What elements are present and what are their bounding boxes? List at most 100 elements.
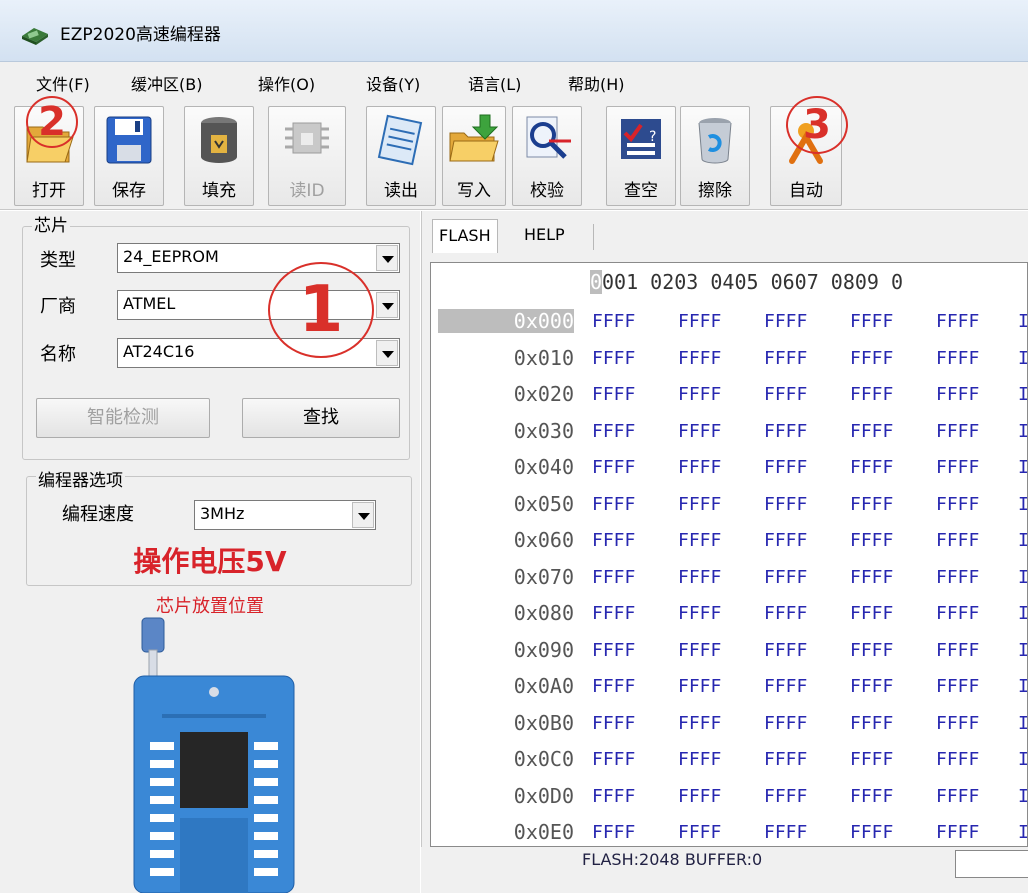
hex-cell[interactable]: FFFF [678, 421, 721, 442]
hex-cell[interactable]: FFFF [850, 822, 893, 843]
hex-cell[interactable]: FFFF [936, 567, 979, 588]
hex-cell[interactable]: FFFF [678, 457, 721, 478]
hex-cell[interactable]: FFFF [678, 640, 721, 661]
blank-check-button[interactable]: ? 查空 [606, 106, 676, 206]
hex-cell[interactable]: FFFF [764, 749, 807, 770]
chevron-down-icon[interactable] [376, 292, 398, 318]
hex-cell[interactable]: FFFF [936, 494, 979, 515]
hex-cell[interactable]: FFFF [936, 822, 979, 843]
speed-dropdown[interactable]: 3MHz [194, 500, 376, 530]
hex-cell[interactable]: FFFF [850, 676, 893, 697]
hex-cell[interactable]: FFFF [936, 530, 979, 551]
hex-cell[interactable]: FFFF [936, 421, 979, 442]
hex-cell[interactable]: FFFF [764, 713, 807, 734]
hex-cell[interactable]: FFFF [936, 311, 979, 332]
hex-cell[interactable]: FFFF [678, 348, 721, 369]
read-button[interactable]: 读出 [366, 106, 436, 206]
hex-cell[interactable]: FFFF [850, 421, 893, 442]
menu-operation[interactable]: 操作(O) [258, 71, 315, 95]
hex-cell[interactable]: FFFF [936, 749, 979, 770]
hex-cell[interactable]: FFFF [936, 676, 979, 697]
hex-cell[interactable]: FFFF [764, 786, 807, 807]
hex-cell[interactable]: FFFF [764, 311, 807, 332]
search-button[interactable]: 查找 [242, 398, 400, 438]
tab-help[interactable]: HELP [518, 219, 571, 253]
hex-cell[interactable]: FFFF [592, 749, 635, 770]
hex-cell-partial[interactable]: I [1018, 786, 1028, 807]
hex-cell[interactable]: FFFF [850, 640, 893, 661]
smart-detect-button[interactable]: 智能检测 [36, 398, 210, 438]
hex-cell[interactable]: FFFF [850, 567, 893, 588]
hex-cell-partial[interactable]: I [1018, 603, 1028, 624]
hex-cell-partial[interactable]: I [1018, 457, 1028, 478]
fill-button[interactable]: 填充 [184, 106, 254, 206]
hex-cell-partial[interactable]: I [1018, 676, 1028, 697]
hex-cell[interactable]: FFFF [936, 384, 979, 405]
chevron-down-icon[interactable] [352, 502, 374, 528]
hex-cell[interactable]: FFFF [764, 421, 807, 442]
hex-cell[interactable]: FFFF [592, 348, 635, 369]
hex-cell[interactable]: FFFF [936, 348, 979, 369]
read-id-button[interactable]: 读ID [268, 106, 346, 206]
hex-cell-partial[interactable]: I [1018, 384, 1028, 405]
hex-cell[interactable]: FFFF [678, 713, 721, 734]
hex-cell[interactable]: FFFF [592, 676, 635, 697]
hex-cell[interactable]: FFFF [678, 749, 721, 770]
hex-cell[interactable]: FFFF [678, 676, 721, 697]
tab-flash[interactable]: FLASH [432, 219, 498, 253]
hex-cell-partial[interactable]: I [1018, 713, 1028, 734]
hex-cell[interactable]: FFFF [850, 494, 893, 515]
hex-cell[interactable]: FFFF [592, 567, 635, 588]
hex-cell[interactable]: FFFF [850, 749, 893, 770]
menu-buffer[interactable]: 缓冲区(B) [131, 71, 202, 95]
hex-cell[interactable]: FFFF [764, 603, 807, 624]
hex-cell[interactable]: FFFF [850, 603, 893, 624]
hex-cell[interactable]: FFFF [592, 786, 635, 807]
hex-cell[interactable]: FFFF [764, 494, 807, 515]
hex-cell-partial[interactable]: I [1018, 494, 1028, 515]
hex-cell[interactable]: FFFF [850, 530, 893, 551]
hex-cell[interactable]: FFFF [592, 822, 635, 843]
hex-cell[interactable]: FFFF [592, 311, 635, 332]
hex-cell-partial[interactable]: I [1018, 567, 1028, 588]
hex-cell-partial[interactable]: I [1018, 311, 1028, 332]
hex-cell[interactable]: FFFF [592, 640, 635, 661]
hex-cell[interactable]: FFFF [592, 530, 635, 551]
hex-cell-partial[interactable]: I [1018, 822, 1028, 843]
hex-cell[interactable]: FFFF [592, 384, 635, 405]
hex-cell[interactable]: FFFF [678, 603, 721, 624]
hex-cell[interactable]: FFFF [764, 567, 807, 588]
hex-cell[interactable]: FFFF [678, 822, 721, 843]
hex-cell-partial[interactable]: I [1018, 640, 1028, 661]
verify-button[interactable]: 校验 [512, 106, 582, 206]
chevron-down-icon[interactable] [376, 340, 398, 366]
hex-cell[interactable]: FFFF [592, 494, 635, 515]
hex-cell-partial[interactable]: I [1018, 749, 1028, 770]
menu-language[interactable]: 语言(L) [468, 71, 521, 95]
chevron-down-icon[interactable] [376, 245, 398, 271]
hex-cell[interactable]: FFFF [850, 348, 893, 369]
hex-cell[interactable]: FFFF [850, 713, 893, 734]
save-button[interactable]: 保存 [94, 106, 164, 206]
hex-cell[interactable]: FFFF [592, 457, 635, 478]
hex-cell[interactable]: FFFF [764, 384, 807, 405]
hex-cell[interactable]: FFFF [678, 567, 721, 588]
hex-cell-partial[interactable]: I [1018, 530, 1028, 551]
hex-cell[interactable]: FFFF [936, 640, 979, 661]
hex-cell[interactable]: FFFF [850, 457, 893, 478]
hex-cell[interactable]: FFFF [592, 713, 635, 734]
hex-cell[interactable]: FFFF [764, 640, 807, 661]
hex-cell-partial[interactable]: I [1018, 421, 1028, 442]
hex-cell[interactable]: FFFF [678, 311, 721, 332]
hex-cell[interactable]: FFFF [678, 384, 721, 405]
hex-cell[interactable]: FFFF [678, 494, 721, 515]
hex-cell[interactable]: FFFF [592, 603, 635, 624]
hex-cell[interactable]: FFFF [764, 822, 807, 843]
hex-cell[interactable]: FFFF [850, 311, 893, 332]
write-button[interactable]: 写入 [442, 106, 506, 206]
hex-cell[interactable]: FFFF [936, 786, 979, 807]
hex-cell[interactable]: FFFF [764, 676, 807, 697]
hex-cell[interactable]: FFFF [936, 457, 979, 478]
hex-cell[interactable]: FFFF [936, 603, 979, 624]
hex-cell[interactable]: FFFF [678, 530, 721, 551]
